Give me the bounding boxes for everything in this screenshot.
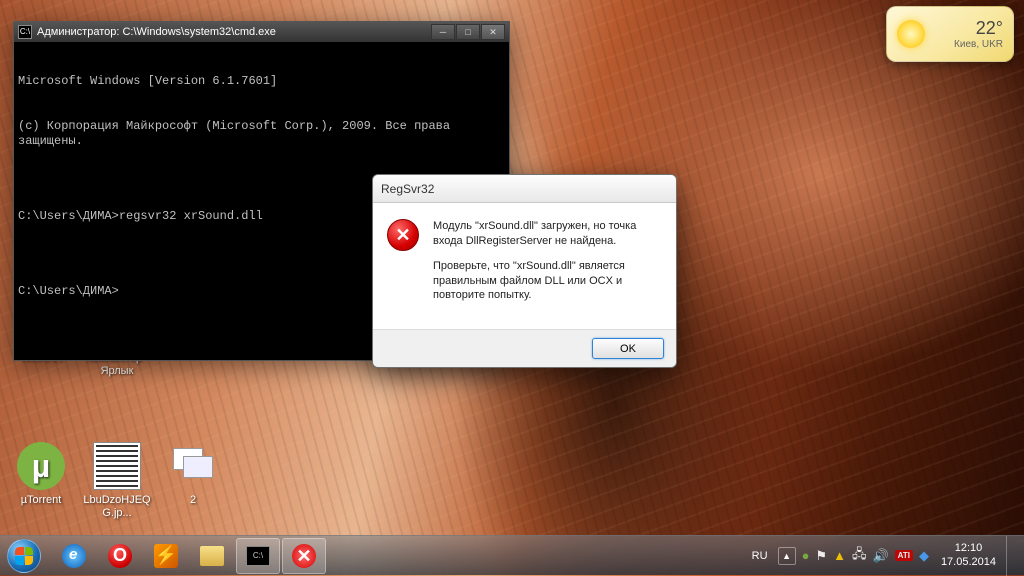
cmd-title-text: Администратор: C:\Windows\system32\cmd.e… xyxy=(37,26,276,38)
cmd-line: Microsoft Windows [Version 6.1.7601] xyxy=(18,74,505,89)
maximize-button[interactable]: □ xyxy=(456,24,480,40)
dialog-body: ✕ Модуль "xrSound.dll" загружен, но точк… xyxy=(373,203,676,329)
close-button[interactable]: ✕ xyxy=(481,24,505,40)
volume-icon[interactable]: 🔊 xyxy=(872,548,888,564)
taskbar-explorer[interactable] xyxy=(190,538,234,574)
show-desktop-button[interactable] xyxy=(1006,536,1016,576)
weather-gadget[interactable]: 22° Киев, UKR xyxy=(886,6,1014,62)
taskbar-regsvr32[interactable]: ✕ xyxy=(282,538,326,574)
dialog-message-2: Проверьте, что "xrSound.dll" является пр… xyxy=(433,259,662,304)
desktop-label: µTorrent xyxy=(4,494,78,507)
network-icon[interactable]: 🖧 xyxy=(852,545,867,567)
taskbar-items: ⚡ C:\ ✕ xyxy=(48,536,326,575)
desktop-icon-image[interactable]: LbuDzoHJEQG.jp... xyxy=(80,442,154,520)
weather-city: Киев, UKR xyxy=(933,39,1003,50)
opera-icon xyxy=(108,544,132,568)
taskbar-winamp[interactable]: ⚡ xyxy=(144,538,188,574)
explorer-icon xyxy=(200,546,224,566)
dialog-titlebar[interactable]: RegSvr32 xyxy=(373,175,676,203)
image-thumbnail-icon xyxy=(93,442,141,490)
dialog-footer: OK xyxy=(373,329,676,367)
weather-text: 22° Киев, UKR xyxy=(933,18,1003,50)
cmd-titlebar[interactable]: C:\ Администратор: C:\Windows\system32\c… xyxy=(14,22,509,42)
cmd-taskbar-icon: C:\ xyxy=(246,546,270,566)
winamp-icon: ⚡ xyxy=(154,544,178,568)
minimize-button[interactable]: ─ xyxy=(431,24,455,40)
taskbar: ⚡ C:\ ✕ RU ▲ ● ⚑ ▲ 🖧 🔊 ATI ◆ 12:10 17.05… xyxy=(0,535,1024,575)
clock-time: 12:10 xyxy=(941,542,996,555)
folder-preview-icon xyxy=(169,442,217,490)
desktop-label: 2 xyxy=(156,494,230,507)
ie-icon xyxy=(62,544,86,568)
dialog-text: Модуль "xrSound.dll" загружен, но точка … xyxy=(433,219,662,313)
regsvr32-dialog[interactable]: RegSvr32 ✕ Модуль "xrSound.dll" загружен… xyxy=(372,174,677,368)
ok-button[interactable]: OK xyxy=(592,338,664,359)
taskbar-clock[interactable]: 12:10 17.05.2014 xyxy=(941,542,996,568)
tray-icon[interactable]: ▲ xyxy=(833,548,846,563)
taskbar-opera[interactable] xyxy=(98,538,142,574)
windows-logo-icon xyxy=(7,539,41,573)
utorrent-icon: µ xyxy=(17,442,65,490)
dialog-message-1: Модуль "xrSound.dll" загружен, но точка … xyxy=(433,219,662,249)
dialog-title-text: RegSvr32 xyxy=(381,182,434,196)
utorrent-tray-icon[interactable]: ● xyxy=(802,548,810,563)
error-taskbar-icon: ✕ xyxy=(292,544,316,568)
tray-expand-button[interactable]: ▲ xyxy=(778,547,796,565)
system-tray: RU ▲ ● ⚑ ▲ 🖧 🔊 ATI ◆ 12:10 17.05.2014 xyxy=(748,536,1024,575)
tray-icon-generic[interactable]: ◆ xyxy=(919,548,929,564)
error-icon: ✕ xyxy=(387,219,419,251)
taskbar-cmd[interactable]: C:\ xyxy=(236,538,280,574)
sun-icon xyxy=(897,20,925,48)
language-indicator[interactable]: RU xyxy=(748,548,772,564)
cmd-line: (c) Корпорация Майкрософт (Microsoft Cor… xyxy=(18,119,505,149)
action-center-icon[interactable]: ⚑ xyxy=(815,548,827,564)
clock-date: 17.05.2014 xyxy=(941,556,996,569)
start-button[interactable] xyxy=(0,536,48,576)
ati-tray-icon[interactable]: ATI xyxy=(895,550,913,561)
weather-temperature: 22° xyxy=(933,18,1003,39)
taskbar-ie[interactable] xyxy=(52,538,96,574)
cmd-icon: C:\ xyxy=(18,25,32,39)
desktop-label: LbuDzoHJEQG.jp... xyxy=(80,494,154,520)
desktop-icon-utorrent[interactable]: µ µTorrent xyxy=(4,442,78,507)
desktop-icon-folder-2[interactable]: 2 xyxy=(156,442,230,507)
